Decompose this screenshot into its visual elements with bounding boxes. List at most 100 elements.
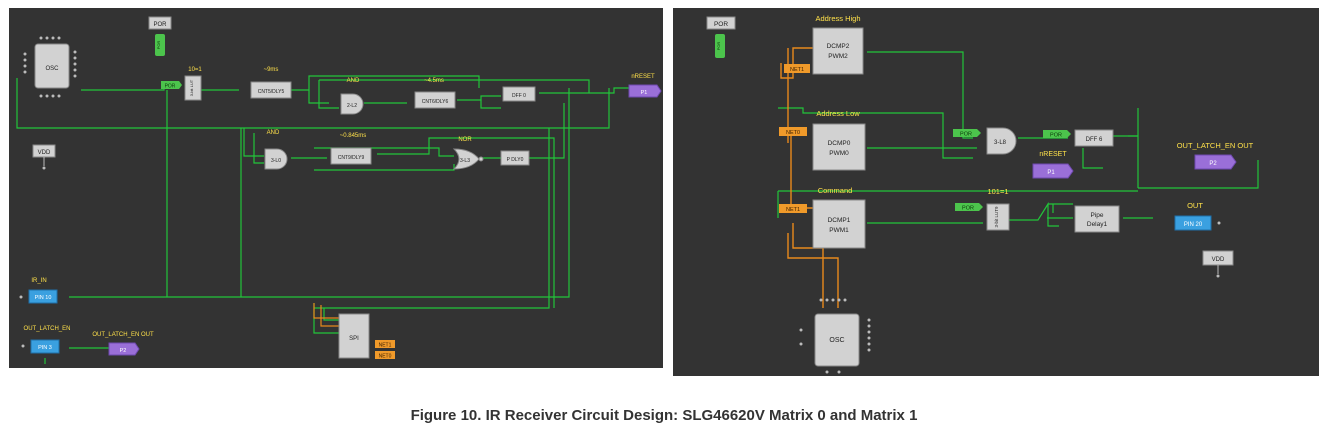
matrix1-out-label: OUT <box>1187 201 1203 210</box>
matrix0-orange-wires <box>313 303 339 327</box>
matrix1-lut9-block[interactable]: 3-bit LUT9 <box>986 203 1010 231</box>
matrix1-dcmp2-text: DCMP2 <box>827 43 850 50</box>
matrix0-and-gate-2[interactable]: 3-L0 <box>264 148 288 170</box>
matrix0-lut1-text: 3-bit LUT <box>189 79 194 96</box>
matrix0-and-gate-1[interactable]: 2-L2 <box>340 93 364 115</box>
matrix0-lut1-block[interactable]: 3-bit LUT <box>184 75 202 101</box>
matrix0-cnt9-text: CNT9/DLY9 <box>338 155 365 161</box>
matrix0-cnt5-text: CNT5/DLY5 <box>258 89 285 95</box>
matrix1-pwm1-text: PWM1 <box>829 227 849 234</box>
matrix0-and-gate-2-text: 3-L0 <box>271 158 281 164</box>
matrix0-por-small: POR <box>161 81 182 90</box>
matrix1-and-gate[interactable]: 3-L8 <box>986 127 1017 155</box>
matrix1-p2-text: P2 <box>1209 161 1217 167</box>
matrix0-p2-text: P2 <box>120 348 127 354</box>
matrix0-cnt6-text: CNT6/DLY6 <box>422 99 449 105</box>
matrix0-cnt5-block[interactable]: CNT5/DLY5 <box>250 81 292 99</box>
matrix1-net0-text: NET0 <box>786 130 800 136</box>
matrix1-p1-pin[interactable]: P1 <box>1032 163 1074 179</box>
matrix1-p1-text: P1 <box>1047 170 1055 176</box>
matrix1-panel: POR POR Address High DCMP2 PWM2 NET1 Add… <box>673 8 1319 376</box>
matrix1-addr-high-label: Address High <box>815 14 860 23</box>
matrix1-pin20[interactable]: PIN 20 <box>1174 215 1221 231</box>
matrix0-pin10[interactable]: PIN 10 <box>19 289 58 304</box>
matrix0-ir-in-label: IR_IN <box>31 278 46 284</box>
matrix0-p1-pin[interactable]: P1 <box>628 84 662 98</box>
matrix1-schematic: POR POR Address High DCMP2 PWM2 NET1 Add… <box>706 14 1259 374</box>
matrix1-dff6-block[interactable]: DFF 6 <box>1074 129 1114 147</box>
matrix0-nreset-label: nRESET <box>631 74 655 80</box>
matrix1-p2-pin[interactable]: P2 <box>1194 154 1237 170</box>
matrix1-dcmp0-text: DCMP0 <box>828 140 851 147</box>
matrix0-nor-gate[interactable]: 3-L3 <box>452 148 484 170</box>
figure-caption: Figure 10. IR Receiver Circuit Design: S… <box>410 407 918 424</box>
matrix1-por-b-tag: POR <box>1043 130 1071 139</box>
matrix1-por-block[interactable]: POR POR <box>706 16 736 58</box>
matrix0-net0-text: NET0 <box>379 354 392 360</box>
matrix0-lut1-label: 10=1 <box>188 67 202 73</box>
matrix0-cnt6-block[interactable]: CNT6/DLY6 <box>414 91 456 109</box>
matrix1-pwm2-text: PWM2 <box>828 53 848 60</box>
matrix0-wires <box>16 75 629 364</box>
matrix1-dcmp1-text: DCMP1 <box>828 217 851 224</box>
matrix1-dcmp0-block[interactable]: DCMP0 PWM0 <box>812 123 866 171</box>
matrix1-dcmp2-block[interactable]: DCMP2 PWM2 <box>812 27 864 75</box>
matrix0-schematic: OSC POR POR VDD POR 10=1 3-bit LUT ~9ms … <box>16 16 662 364</box>
matrix1-net1-b-text: NET1 <box>786 207 800 213</box>
matrix0-delay845-label: ~0.845ms <box>340 133 367 139</box>
matrix0-por-tag: POR <box>153 22 167 28</box>
matrix0-pin10-text: PIN 10 <box>35 295 52 301</box>
matrix0-delay45-label: ~4.5ms <box>424 78 444 84</box>
matrix1-net1-a-text: NET1 <box>790 67 804 73</box>
matrix1-pwm0-text: PWM0 <box>829 150 849 157</box>
matrix1-vdd-text: VDD <box>1212 257 1225 263</box>
matrix0-nor-gate-text: 3-L3 <box>460 158 470 164</box>
matrix0-p1-text: P1 <box>641 90 648 96</box>
matrix0-p2-pin[interactable]: P2 <box>108 342 140 356</box>
matrix1-vdd-block[interactable]: VDD <box>1202 250 1234 278</box>
matrix0-por-block[interactable]: POR POR <box>148 16 172 56</box>
matrix1-command-label: Command <box>818 186 853 195</box>
matrix1-por-tag: POR <box>714 21 728 28</box>
matrix0-out-latch-out-label: OUT_LATCH_EN OUT <box>92 332 154 338</box>
matrix1-pipe2-text: Delay1 <box>1087 221 1108 228</box>
matrix0-cnt9-block[interactable]: CNT9/DLY9 <box>330 147 372 165</box>
matrix0-out-latch-label: OUT_LATCH_EN <box>24 326 71 332</box>
matrix1-pipe-text: Pipe <box>1090 212 1103 219</box>
matrix0-vdd-block[interactable]: VDD <box>32 144 56 170</box>
matrix1-por-vert: POR <box>716 42 721 51</box>
matrix0-por-small-text: POR <box>165 84 176 90</box>
matrix1-pipe-delay-block[interactable]: Pipe Delay1 <box>1074 205 1120 233</box>
matrix0-and-label-mid: AND <box>267 130 280 136</box>
matrix0-pdly0-block[interactable]: P DLY0 <box>500 150 530 166</box>
matrix0-dff0-text: DFF 0 <box>512 93 526 99</box>
matrix1-dcmp1-block[interactable]: DCMP1 PWM1 <box>812 199 866 249</box>
matrix1-por-b-text: POR <box>1050 133 1062 139</box>
matrix1-and-gate-text: 3-L8 <box>994 140 1007 146</box>
matrix1-por-a-tag: POR <box>953 129 981 138</box>
matrix0-pin3-text: PIN 3 <box>38 345 52 351</box>
matrix1-pin20-text: PIN 20 <box>1184 222 1203 228</box>
matrix0-vdd-text: VDD <box>38 150 51 156</box>
matrix1-out-latch-label: OUT_LATCH_EN OUT <box>1177 141 1254 150</box>
matrix1-lut9-text: 3-bit LUT9 <box>994 206 999 228</box>
matrix1-net1-b-tag: NET1 <box>779 204 807 213</box>
matrix1-por-c-text: POR <box>962 206 974 212</box>
matrix0-osc-text: OSC <box>45 66 59 72</box>
matrix0-net1-tag: NET1 <box>375 340 395 349</box>
matrix1-osc-block[interactable]: OSC <box>799 298 871 374</box>
matrix1-orange-wires <box>780 47 839 308</box>
matrix1-osc-text: OSC <box>829 337 844 344</box>
matrix0-net1-text: NET1 <box>379 343 392 349</box>
matrix1-net0-tag: NET0 <box>779 127 807 136</box>
matrix0-and-gate-1-text: 2-L2 <box>347 103 357 109</box>
matrix0-spi-block[interactable]: SPI <box>338 313 370 359</box>
matrix0-cnt5-label: ~9ms <box>264 67 279 73</box>
matrix0-and-label-top: AND <box>347 78 360 84</box>
matrix0-pdly0-text: P DLY0 <box>507 157 524 163</box>
matrix1-por-c-tag: POR <box>955 203 983 212</box>
matrix0-dff0-block[interactable]: DFF 0 <box>502 86 536 102</box>
matrix0-osc-block[interactable]: OSC <box>23 36 77 98</box>
matrix0-por-vert: POR <box>156 41 161 50</box>
matrix0-pin3[interactable]: PIN 3 <box>21 339 60 354</box>
